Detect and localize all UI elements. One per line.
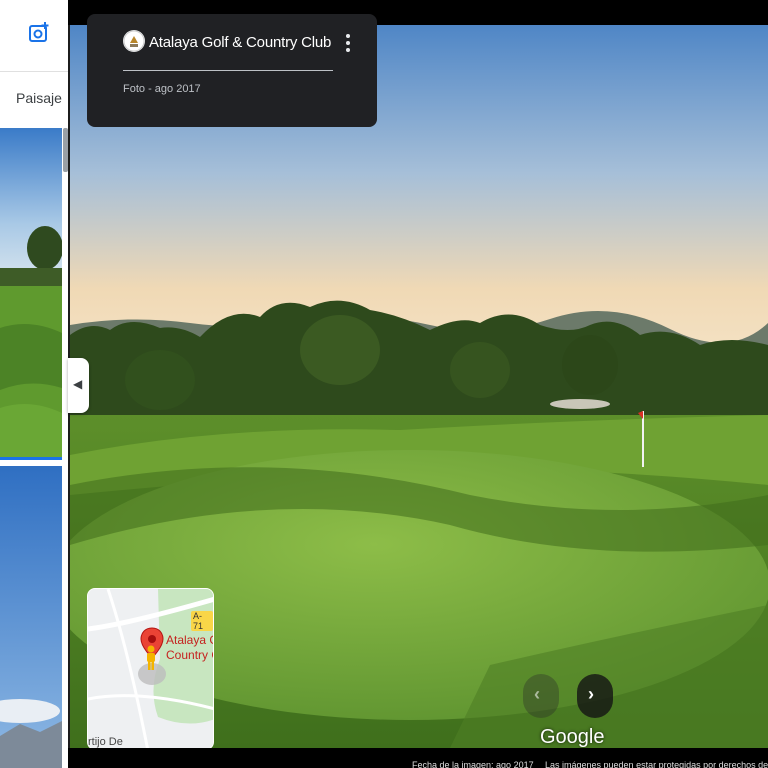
mini-map[interactable]: A-71 Atalaya G Country C rtijo De [87, 588, 214, 750]
previous-photo-button[interactable]: ‹ [523, 674, 559, 718]
place-logo-icon [123, 30, 145, 52]
next-photo-button[interactable]: › [577, 674, 613, 718]
photo-thumbnail[interactable] [0, 128, 62, 460]
map-place-label: Atalaya G Country C [166, 633, 214, 663]
add-photo-icon[interactable] [26, 20, 52, 46]
place-title[interactable]: Atalaya Golf & Country Club [149, 34, 331, 51]
photo-date: Foto - ago 2017 [123, 83, 201, 95]
more-vert-icon[interactable] [339, 32, 357, 54]
side-panel: Paisaje [0, 0, 68, 768]
map-place-label-line2: Country C [166, 648, 213, 662]
chevron-left-icon: ◀ [73, 377, 83, 391]
map-road-label: A-71 [191, 611, 213, 631]
map-place-label-line1: Atalaya G [166, 633, 214, 647]
photo-thumbnail[interactable] [0, 466, 62, 768]
tab-paisaje[interactable]: Paisaje [16, 90, 62, 106]
chevron-right-icon: › [588, 684, 594, 704]
card-divider [123, 70, 333, 71]
map-area-label: rtijo De [88, 736, 123, 748]
place-info-card: Atalaya Golf & Country Club Foto - ago 2… [87, 14, 377, 127]
pegman-icon [144, 645, 158, 676]
collapse-panel-button[interactable]: ◀ [68, 358, 89, 413]
copyright-link[interactable]: Las imágenes pueden estar protegidas por… [545, 760, 768, 768]
bottom-info-bar: Fecha de la imagen: ago 2017 Las imágene… [68, 748, 768, 768]
google-logo: Google [540, 726, 605, 748]
chevron-left-icon: ‹ [534, 684, 540, 704]
image-date: Fecha de la imagen: ago 2017 [412, 760, 534, 768]
side-panel-header [0, 0, 68, 72]
